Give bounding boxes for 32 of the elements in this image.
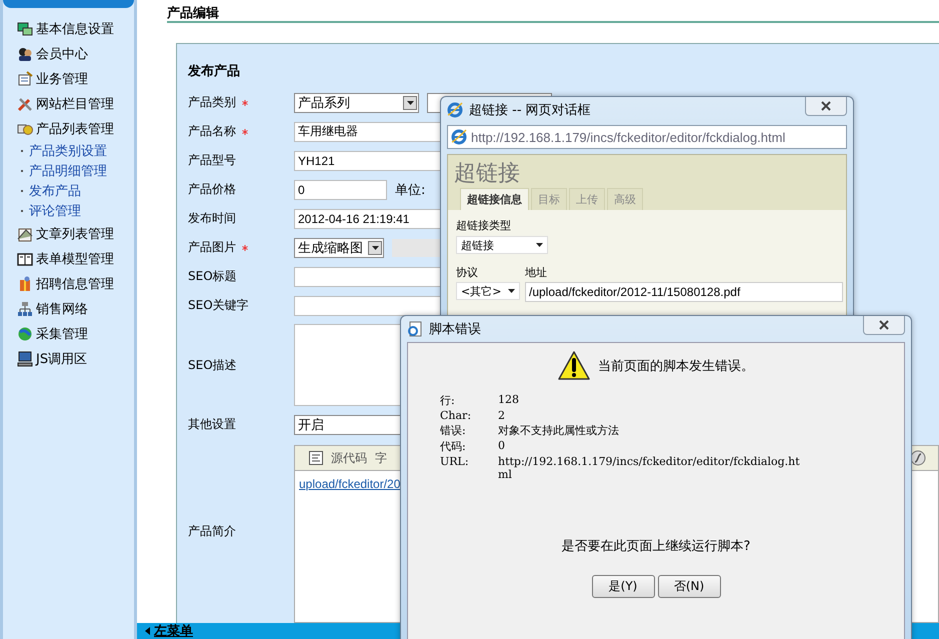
window-title: 脚本错误 (429, 321, 482, 338)
field-label: 产品图片 (188, 239, 236, 256)
dialog-heading: 超链接 (454, 161, 520, 186)
detail-value: 0 (498, 439, 506, 454)
field-label: SEO关键字 (188, 297, 249, 314)
error-message: 当前页面的脚本发生错误。 (598, 358, 754, 375)
detail-value: http://192.168.1.179/incs/fckeditor/editor/fckdialog.ht ml (498, 455, 801, 481)
form-title: 发布产品 (188, 62, 240, 80)
field-label: SEO描述 (188, 356, 237, 374)
field-label: 产品类别 (188, 94, 236, 111)
field-label: 产品简介 (188, 522, 236, 540)
detail-key: Char: (440, 409, 498, 422)
protocol-label: 协议 (456, 265, 479, 280)
detail-value: 128 (498, 393, 520, 408)
continue-question: 是否要在此页面上继续运行脚本? (562, 539, 750, 554)
field-label: 产品价格 (188, 181, 236, 198)
detail-key: 错误: (440, 423, 498, 438)
url-label: 地址 (525, 265, 548, 280)
field-label: 产品型号 (188, 152, 236, 169)
detail-key: URL: (440, 455, 498, 481)
window-title: 超链接 -- 网页对话框 (469, 102, 592, 119)
detail-key: 代码: (440, 439, 498, 454)
detail-value: 2 (498, 409, 506, 422)
link-type-label: 超链接类型 (456, 218, 512, 233)
field-label: SEO标题 (188, 268, 237, 285)
detail-key: 行: (440, 393, 498, 408)
page-title: 产品编辑 (167, 4, 219, 22)
unit-label: 单位: (395, 182, 426, 198)
field-label: 产品名称 (188, 123, 236, 140)
field-label: 其他设置 (188, 416, 236, 433)
field-label: 发布时间 (188, 210, 236, 227)
detail-value: 对象不支持此属性或方法 (498, 423, 620, 438)
